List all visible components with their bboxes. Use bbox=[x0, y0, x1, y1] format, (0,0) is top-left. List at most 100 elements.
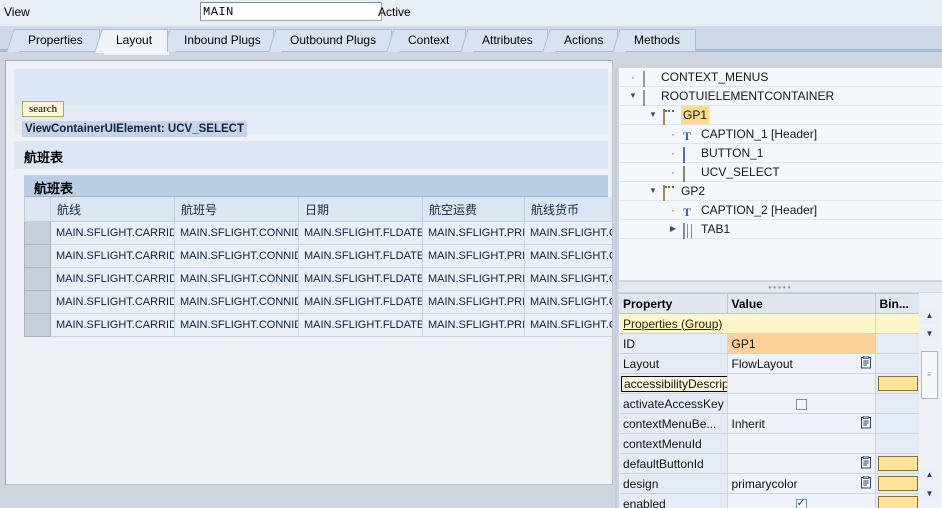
property-row[interactable]: activateAccessKey bbox=[619, 393, 920, 414]
property-value-cell[interactable]: FlowLayout bbox=[727, 353, 876, 374]
property-value-cell[interactable]: GP1 bbox=[727, 333, 876, 354]
property-binding-cell[interactable] bbox=[875, 433, 920, 454]
tree-node-label: GP1 bbox=[681, 106, 710, 124]
tab-actions[interactable]: Actions bbox=[542, 29, 618, 52]
table-column-header[interactable]: 航线 bbox=[50, 197, 175, 222]
row-selector-cell[interactable] bbox=[24, 290, 51, 314]
table-row[interactable]: MAIN.SFLIGHT.CARRID MAIN.SFLIGHT.CONNID MA… bbox=[24, 221, 612, 245]
tree-node-caption_1[interactable]: · T CAPTION_1 [Header] bbox=[619, 125, 942, 144]
property-value-cell[interactable] bbox=[727, 393, 876, 414]
table-cell: MAIN.SFLIGHT.C bbox=[524, 290, 612, 314]
chevron-right-icon[interactable]: ▶ bbox=[667, 220, 679, 238]
property-checkbox[interactable] bbox=[795, 398, 807, 410]
property-binding-cell[interactable] bbox=[875, 353, 920, 374]
property-row[interactable]: accessibilityDescription bbox=[619, 373, 920, 394]
property-row[interactable]: defaultButtonId bbox=[619, 453, 920, 474]
table-row[interactable]: MAIN.SFLIGHT.CARRID MAIN.SFLIGHT.CONNID MA… bbox=[24, 313, 612, 337]
value-help-icon[interactable] bbox=[860, 456, 872, 469]
tree-node-button_1[interactable]: · BUTTON_1 bbox=[619, 144, 942, 163]
property-binding-cell bbox=[875, 313, 920, 334]
table-column-header[interactable]: 日期 bbox=[298, 197, 423, 222]
property-row[interactable]: contextMenuId bbox=[619, 433, 920, 454]
property-binding-cell[interactable] bbox=[875, 413, 920, 434]
chevron-down-icon[interactable]: ▼ bbox=[647, 106, 659, 124]
table-column-header[interactable]: 航线货币 bbox=[524, 197, 612, 222]
binding-button[interactable] bbox=[877, 476, 918, 491]
tab-context[interactable]: Context bbox=[386, 29, 466, 52]
property-row[interactable]: ID GP1 bbox=[619, 333, 920, 354]
property-binding-cell[interactable] bbox=[875, 373, 920, 394]
table-header-row: 航线 航班号 日期 航空运费 航线货币 bbox=[24, 197, 612, 222]
row-selector-cell[interactable] bbox=[24, 244, 51, 268]
property-value-cell[interactable]: primarycolor bbox=[727, 473, 876, 494]
tab-label: Layout bbox=[116, 33, 153, 47]
row-selector-cell[interactable] bbox=[24, 221, 51, 245]
view-name-input[interactable]: MAIN bbox=[200, 2, 382, 21]
property-column-header[interactable]: Bin... bbox=[875, 293, 920, 314]
panel-splitter[interactable]: ••••• bbox=[619, 282, 942, 292]
scroll-up-icon-bottom[interactable]: ▲ bbox=[921, 468, 938, 483]
property-value-label: Inherit bbox=[731, 416, 765, 431]
property-row[interactable]: Layout FlowLayout bbox=[619, 353, 920, 374]
tab-inbound-plugs[interactable]: Inbound Plugs bbox=[162, 29, 274, 52]
property-row[interactable]: contextMenuBe... Inherit bbox=[619, 413, 920, 434]
property-name-label: contextMenuId bbox=[623, 436, 702, 451]
property-value-cell[interactable] bbox=[727, 453, 876, 474]
table-row-select-header[interactable] bbox=[24, 197, 51, 222]
tree-node-gp1[interactable]: ▼ GP1 bbox=[619, 106, 942, 125]
tab-methods[interactable]: Methods bbox=[612, 29, 696, 52]
property-grid-scrollbar[interactable]: ▲ ▼ ≡ ▲ ▼ bbox=[919, 293, 940, 508]
table-column-header[interactable]: 航班号 bbox=[174, 197, 299, 222]
table-row[interactable]: MAIN.SFLIGHT.CARRID MAIN.SFLIGHT.CONNID MA… bbox=[24, 267, 612, 291]
row-selector-cell[interactable] bbox=[24, 267, 51, 291]
tree-node-ucv_select[interactable]: · UCV_SELECT bbox=[619, 163, 942, 182]
property-column-header[interactable]: Value bbox=[727, 293, 876, 314]
table-row[interactable]: MAIN.SFLIGHT.CARRID MAIN.SFLIGHT.CONNID MA… bbox=[24, 244, 612, 268]
property-column-header[interactable]: Property bbox=[619, 293, 728, 314]
scroll-grip-icon: ≡ bbox=[926, 371, 933, 379]
group-gp2-header[interactable]: 航班表 bbox=[14, 141, 608, 169]
property-binding-cell[interactable] bbox=[875, 453, 920, 474]
chevron-down-icon[interactable]: ▼ bbox=[647, 182, 659, 200]
flight-table-grid: 航线 航班号 日期 航空运费 航线货币 MAIN.SFLIGHT.CARRID MAIN.… bbox=[24, 197, 612, 337]
binding-button[interactable] bbox=[877, 496, 918, 508]
scroll-down-icon-bottom[interactable]: ▼ bbox=[921, 487, 938, 502]
scroll-up-icon[interactable]: ▲ bbox=[921, 309, 938, 324]
scroll-down-icon[interactable]: ▼ bbox=[921, 327, 938, 342]
chevron-down-icon[interactable]: ▼ bbox=[627, 87, 639, 105]
value-help-icon[interactable] bbox=[860, 416, 872, 429]
property-binding-cell[interactable] bbox=[875, 493, 920, 508]
tree-node-label: TAB1 bbox=[701, 222, 731, 236]
tab-label: Attributes bbox=[482, 33, 533, 47]
value-help-icon[interactable] bbox=[860, 356, 872, 369]
value-help-icon[interactable] bbox=[860, 476, 872, 489]
row-selector-cell[interactable] bbox=[24, 313, 51, 337]
tree-node-context_menus[interactable]: · CONTEXT_MENUS bbox=[619, 68, 942, 87]
tree-node-gp2[interactable]: ▼ GP2 bbox=[619, 182, 942, 201]
property-binding-cell[interactable] bbox=[875, 473, 920, 494]
tab-attributes[interactable]: Attributes bbox=[460, 29, 548, 52]
scroll-thumb-vertical[interactable]: ≡ bbox=[921, 351, 938, 399]
property-checkbox[interactable] bbox=[795, 496, 807, 508]
table-column-header[interactable]: 航空运费 bbox=[422, 197, 525, 222]
tab-properties[interactable]: Properties bbox=[6, 29, 100, 52]
view-container-uielement-ucv-select[interactable]: ViewContainerUIElement: UCV_SELECT bbox=[22, 121, 247, 137]
binding-button[interactable] bbox=[877, 456, 918, 471]
property-value-cell[interactable] bbox=[727, 373, 876, 394]
tab-layout[interactable]: Layout bbox=[94, 29, 169, 55]
panel-divider bbox=[615, 68, 617, 508]
binding-button[interactable] bbox=[877, 376, 918, 391]
property-binding-cell[interactable] bbox=[875, 333, 920, 354]
tree-node-rootuielementcontainer[interactable]: ▼ ROOTUIELEMENTCONTAINER bbox=[619, 87, 942, 106]
property-binding-cell[interactable] bbox=[875, 393, 920, 414]
property-row[interactable]: enabled bbox=[619, 493, 920, 508]
property-value-cell[interactable]: Inherit bbox=[727, 413, 876, 434]
tab-outbound-plugs[interactable]: Outbound Plugs bbox=[268, 29, 392, 52]
tree-node-tab1[interactable]: ▶ TAB1 bbox=[619, 220, 942, 239]
property-value-cell[interactable] bbox=[727, 433, 876, 454]
property-value-cell[interactable] bbox=[727, 493, 876, 508]
search-button[interactable]: search bbox=[22, 101, 65, 117]
tree-node-caption_2[interactable]: · T CAPTION_2 [Header] bbox=[619, 201, 942, 220]
table-row[interactable]: MAIN.SFLIGHT.CARRID MAIN.SFLIGHT.CONNID MA… bbox=[24, 290, 612, 314]
property-row[interactable]: design primarycolor bbox=[619, 473, 920, 494]
